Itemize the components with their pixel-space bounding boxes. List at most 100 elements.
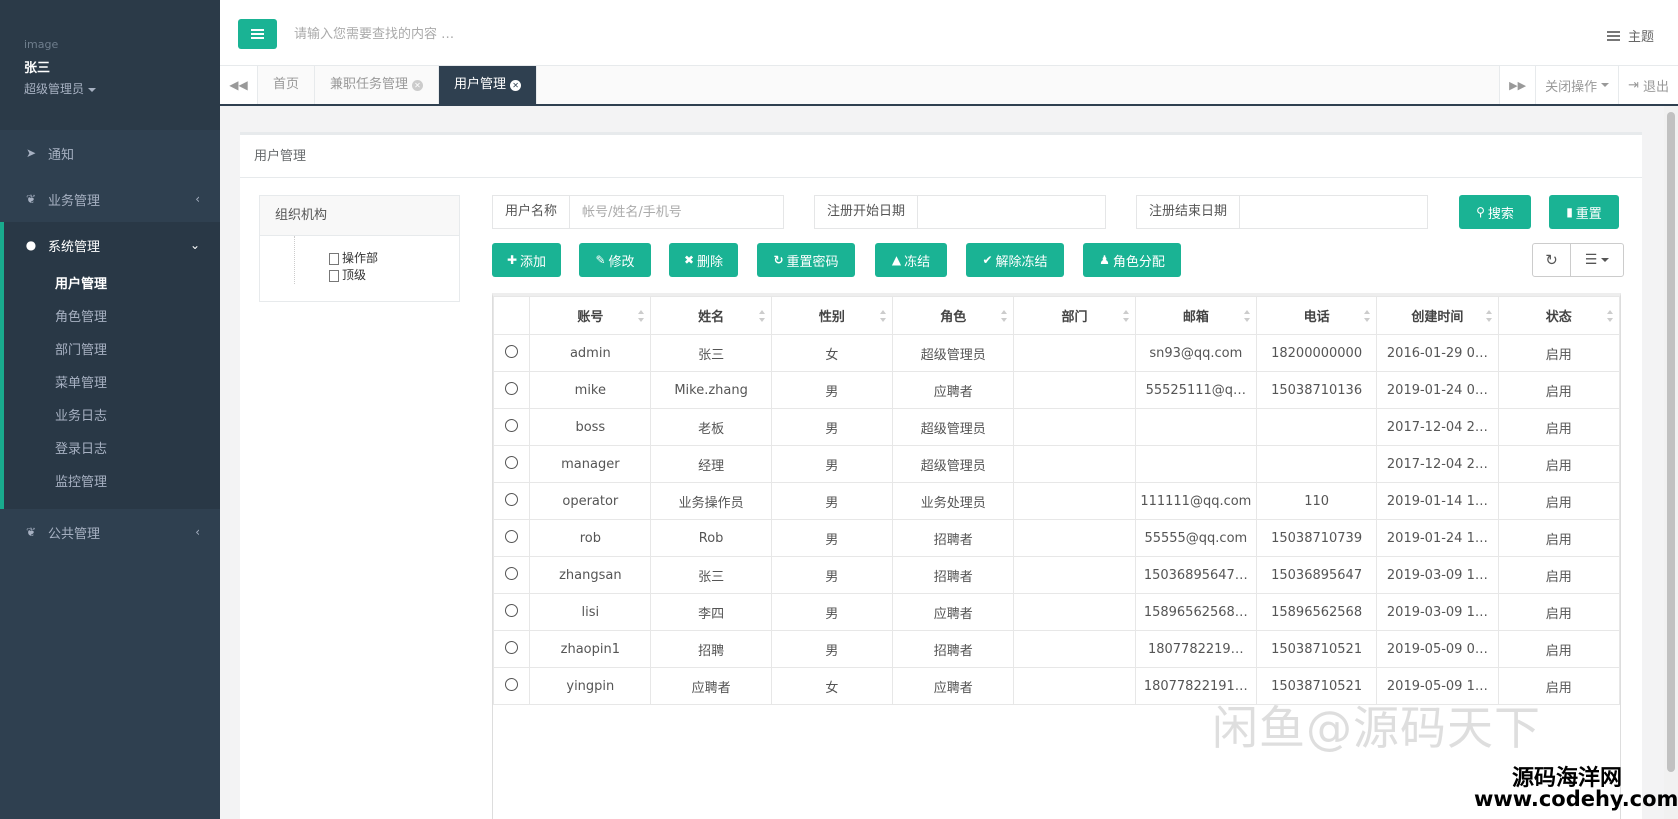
close-icon[interactable]: ✕ <box>412 79 424 91</box>
table-cell <box>1134 408 1257 446</box>
row-select-radio[interactable] <box>505 603 519 617</box>
page-scrollbar[interactable] <box>1664 106 1678 819</box>
sidebar-item-departments[interactable]: 部门管理 <box>4 334 220 367</box>
column-header[interactable]: 部门 <box>1013 296 1136 335</box>
file-icon <box>329 252 339 265</box>
sidebar-item-monitor[interactable]: 监控管理 <box>4 466 220 499</box>
sort-icon[interactable] <box>1485 310 1492 322</box>
table-row[interactable]: zhangsan 张三男招聘者 15036895647… 15036895647 201… <box>492 556 1621 594</box>
tabs-scroll-left-button[interactable]: ◀◀ <box>220 66 258 104</box>
table-row[interactable]: admin 张三女超级管理员 sn93@qq.com 18200000000 2016-… <box>492 334 1621 372</box>
table-cell: 男 <box>770 408 894 446</box>
sort-icon[interactable] <box>638 310 645 322</box>
end-date-input[interactable] <box>1240 196 1421 228</box>
sort-icon[interactable] <box>880 310 887 322</box>
caret-down-icon <box>1601 83 1610 87</box>
table-cell: 男 <box>770 593 894 631</box>
table-row[interactable]: zhaopin1 招聘男招聘者 1807782219… 15038710521 2019… <box>492 630 1621 668</box>
table-row[interactable]: lisi 李四男应聘者 15896562568… 15896562568 2019-03… <box>492 593 1621 631</box>
sidebar: image 张三 超级管理员 ➤ 通知 ❦ 业务管理 ‹ ● 系统管理 ⌄ 用户… <box>0 0 220 819</box>
nav-item-system[interactable]: ● 系统管理 ⌄ <box>4 222 220 268</box>
reset-button[interactable]: ▮ 重置 <box>1549 195 1619 229</box>
sort-icon[interactable] <box>1001 310 1008 322</box>
sort-icon[interactable] <box>1122 310 1129 322</box>
column-header[interactable]: 姓名 <box>650 296 772 335</box>
tree-node[interactable]: 顶级 <box>329 267 459 284</box>
username-input[interactable] <box>570 196 771 228</box>
freeze-button[interactable]: ▲ 冻结 <box>875 243 947 277</box>
nav-item-public[interactable]: ❦ 公共管理 ‹ <box>0 509 220 555</box>
row-select-radio[interactable] <box>505 529 519 543</box>
tab-home[interactable]: 首页 <box>258 66 316 104</box>
sidebar-item-business-log[interactable]: 业务日志 <box>4 400 220 433</box>
row-select-radio[interactable] <box>505 455 519 469</box>
theme-button[interactable]: 主题 <box>1606 26 1654 45</box>
logout-button[interactable]: ⇥ 退出 <box>1618 66 1678 104</box>
sort-icon[interactable] <box>1364 310 1371 322</box>
sort-icon[interactable] <box>1243 310 1250 322</box>
table-cell <box>1013 334 1136 372</box>
add-button-label: 添加 <box>520 254 547 270</box>
row-select-radio[interactable] <box>505 418 519 432</box>
column-header[interactable]: 角色 <box>892 296 1015 335</box>
tab-part-time-tasks[interactable]: 兼职任务管理 ✕ <box>315 66 440 104</box>
search-button[interactable]: ⚲ 搜索 <box>1459 195 1531 229</box>
sort-icon[interactable] <box>1607 310 1613 322</box>
global-search-input[interactable] <box>294 20 794 48</box>
column-header[interactable]: 邮箱 <box>1134 296 1257 335</box>
scrollbar-thumb[interactable] <box>1667 112 1675 772</box>
tab-user-management[interactable]: 用户管理 ✕ <box>439 66 538 104</box>
row-select-radio[interactable] <box>505 381 519 395</box>
table-cell: 业务操作员 <box>650 482 772 520</box>
tabs-scroll-right-button[interactable]: ▶▶ <box>1499 66 1536 104</box>
unfreeze-button[interactable]: ✔ 解除冻结 <box>966 243 1064 277</box>
row-select-radio[interactable] <box>505 344 519 358</box>
row-select-radio[interactable] <box>505 492 519 506</box>
row-select-radio[interactable] <box>505 640 519 654</box>
sidebar-item-login-log[interactable]: 登录日志 <box>4 433 220 466</box>
leaf-icon: ❦ <box>25 525 37 539</box>
close-operations-dropdown[interactable]: 关闭操作 <box>1535 66 1619 104</box>
nav-item-notice[interactable]: ➤ 通知 <box>0 130 220 176</box>
table-cell <box>1255 408 1378 446</box>
nav-item-business[interactable]: ❦ 业务管理 ‹ <box>0 176 220 222</box>
user-role-dropdown[interactable]: 超级管理员 <box>24 80 220 97</box>
row-select-radio[interactable] <box>505 566 519 580</box>
username-filter: 用户名称 <box>492 195 784 229</box>
column-header[interactable]: 电话 <box>1255 296 1378 335</box>
reset-password-button[interactable]: ↻ 重置密码 <box>757 243 855 277</box>
table-cell: 经理 <box>650 445 772 483</box>
toggle-sidebar-button[interactable] <box>238 19 277 49</box>
sidebar-item-users[interactable]: 用户管理 <box>4 268 220 301</box>
delete-button[interactable]: ✖ 删除 <box>669 243 738 277</box>
table-row[interactable]: boss 老板男超级管理员 2017-12-04 2… 启用 <box>492 408 1621 446</box>
sort-icon[interactable] <box>758 310 765 322</box>
table-cell <box>1013 371 1136 409</box>
tab-list: 首页 兼职任务管理 ✕ 用户管理 ✕ <box>258 66 538 104</box>
column-header[interactable]: 状态 <box>1497 296 1621 335</box>
edit-button[interactable]: ✎ 修改 <box>579 243 651 277</box>
close-icon[interactable]: ✕ <box>510 79 522 91</box>
add-button[interactable]: ✚ 添加 <box>492 243 561 277</box>
table-cell: 2019-01-14 1… <box>1376 482 1499 520</box>
table-cell <box>1013 519 1136 557</box>
org-tree-panel: 组织机构 操作部 顶级 <box>259 195 460 302</box>
column-header[interactable]: 账号 <box>529 296 652 335</box>
table-row[interactable]: mike Mike.zhang 男应聘者 55525111@q… 15038710136… <box>492 371 1621 409</box>
sidebar-item-menus[interactable]: 菜单管理 <box>4 367 220 400</box>
table-row[interactable]: operator 业务操作员男业务处理员 111111@qq.com 110 2019-… <box>492 482 1621 520</box>
delete-button-label: 删除 <box>697 254 724 270</box>
sidebar-item-roles[interactable]: 角色管理 <box>4 301 220 334</box>
column-header[interactable]: 性别 <box>770 296 894 335</box>
row-select-cell <box>492 371 531 409</box>
columns-toggle-button[interactable]: ☰ <box>1571 244 1623 276</box>
start-date-input[interactable] <box>918 196 1099 228</box>
row-select-radio[interactable] <box>505 677 519 691</box>
tree-node[interactable]: 操作部 <box>329 250 459 267</box>
assign-role-button[interactable]: ♟ 角色分配 <box>1083 243 1181 277</box>
user-icon: ● <box>25 238 37 252</box>
table-row[interactable]: manager 经理男超级管理员 2017-12-04 2… 启用 <box>492 445 1621 483</box>
refresh-table-button[interactable]: ↻ <box>1533 244 1571 276</box>
column-header[interactable]: 创建时间 <box>1376 296 1499 335</box>
table-row[interactable]: rob Rob 男招聘者 55555@qq.com 15038710739 2019-01… <box>492 519 1621 557</box>
